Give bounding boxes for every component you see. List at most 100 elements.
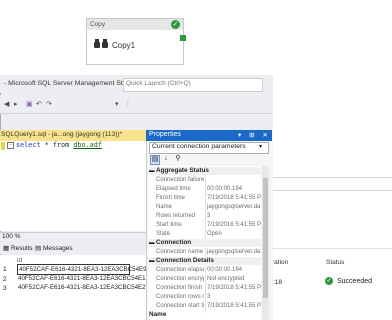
property-row[interactable]: Connection finish t 7/19/2018 5:41:55 PM — [148, 284, 261, 292]
copy-activity-card[interactable]: Copy ✓ Copy1 — [86, 18, 184, 65]
alphabetical-icon[interactable]: ↓ — [162, 155, 170, 163]
activity-type-label: Copy — [90, 21, 106, 28]
panel-buttons[interactable]: ▾ ⊞ ✕ — [238, 131, 271, 139]
column-header-duration[interactable]: ration — [272, 259, 288, 266]
property-name: Start time — [156, 222, 182, 228]
column-header-status[interactable]: Status — [326, 259, 344, 266]
property-name: Connection encrypt — [156, 276, 204, 282]
property-value: 3 — [207, 213, 211, 219]
property-value: 00:00:00.194 — [207, 267, 243, 273]
property-row[interactable]: Rows returned 3 — [148, 212, 261, 220]
property-name: Connection finish t — [156, 285, 204, 291]
category-label: Aggregate Status — [156, 167, 209, 174]
property-value: 7/19/2018 5:41:55 PM — [207, 285, 261, 291]
property-name: Connection start ti — [156, 303, 204, 309]
collapse-icon[interactable]: ▬ — [149, 257, 155, 265]
divider — [272, 177, 392, 178]
property-row[interactable]: State Open — [148, 230, 261, 238]
property-name: Connection name — [156, 249, 204, 255]
property-row[interactable]: Start time 7/19/2018 5:41:55 PM — [148, 221, 261, 229]
property-pages-icon[interactable]: ⚲ — [174, 155, 182, 163]
success-check-icon: ✓ — [171, 20, 180, 29]
property-row[interactable]: Elapsed time 00:00:00.194 — [148, 185, 261, 193]
chevron-down-icon[interactable]: ▾ — [259, 143, 262, 150]
property-name: Connection rows re — [156, 294, 204, 300]
property-name: State — [156, 231, 171, 237]
property-name: Finish time — [156, 195, 186, 201]
activity-success-port[interactable] — [180, 35, 186, 41]
row-number: 2 — [3, 276, 7, 283]
property-value: Open — [207, 231, 222, 237]
row-number: 3 — [3, 285, 7, 292]
property-value: jaygongsqlserver.da — [207, 249, 261, 255]
activity-name: Copy1 — [112, 41, 136, 50]
separator-icon: | — [127, 100, 129, 107]
zoom-level[interactable]: 100 % — [2, 233, 20, 240]
properties-title: Properties — [149, 131, 181, 138]
dropdown-chevron-icon[interactable]: ▾ — [115, 100, 119, 108]
property-value: jaygongsqlserver.da — [207, 204, 261, 210]
category-label: Connection — [156, 239, 192, 246]
sql-keyword-select: select — [16, 141, 41, 149]
tab-messages[interactable]: ▤ Messages — [35, 244, 73, 252]
collapse-icon[interactable]: − — [7, 142, 14, 149]
property-category[interactable]: ▬ Aggregate Status — [148, 167, 261, 175]
properties-object-value: Current connection parameters — [152, 143, 246, 150]
tab-results-label: Results — [10, 245, 33, 252]
property-row[interactable]: Connection name jaygongsqlserver.da — [148, 248, 261, 256]
new-query-icon[interactable]: ▣ — [26, 100, 33, 108]
tab-messages-label: Messages — [42, 245, 73, 252]
property-value: Not encrypted — [207, 276, 245, 282]
property-category[interactable]: ▬ Connection Details — [148, 257, 261, 265]
property-name: Connection elapsed — [156, 267, 204, 273]
category-label: Connection Details — [156, 257, 214, 264]
undo-icon[interactable]: ↶ — [36, 100, 42, 108]
property-name: Name — [156, 204, 173, 210]
property-row[interactable]: Finish time 7/19/2018 5:41:55 PM — [148, 194, 261, 202]
back-icon[interactable]: ◀ — [4, 100, 9, 108]
property-value: 7/19/2018 5:41:55 PM — [207, 222, 261, 228]
forward-icon[interactable]: ▸ — [14, 100, 18, 108]
property-row[interactable]: Name jaygongsqlserver.da — [148, 203, 261, 211]
property-row[interactable]: Connection encrypt Not encrypted — [148, 275, 261, 283]
quick-launch-placeholder: Quick Launch (Ctrl+Q) — [126, 80, 191, 87]
column-header-id[interactable]: id — [17, 257, 22, 264]
property-value: 7/19/2018 5:41:55 PM — [207, 195, 261, 201]
tab-results[interactable]: ▦ Results — [3, 244, 33, 252]
property-category[interactable]: Name — [148, 311, 261, 319]
query-editor[interactable] — [0, 141, 147, 231]
line-change-marker — [1, 142, 5, 150]
row-number: 1 — [3, 266, 7, 273]
table-cell[interactable]: 40F52CAF-E616-4321-8EA3-12EA3CBC54E2 — [17, 283, 146, 292]
property-row[interactable]: Connection failure — [148, 176, 261, 184]
divider — [272, 190, 392, 191]
sql-table-name: dbo.adf — [73, 141, 102, 149]
categorized-icon[interactable]: ▤ — [150, 155, 160, 165]
table-cell[interactable]: 40F52CAF-E616-4321-8EA3-12EA3CBC54E1 — [17, 274, 146, 283]
property-category[interactable]: ▬ Connection — [148, 239, 261, 247]
property-row[interactable]: Connection rows re 3 — [148, 293, 261, 301]
document-tab-label: SQLQuery1.sql - ja...ong (jaygong (113))… — [1, 131, 123, 138]
property-value: 3 — [207, 294, 211, 300]
property-name: Elapsed time — [156, 186, 191, 192]
property-row[interactable]: Connection start ti 7/19/2018 5:41:55 PM — [148, 302, 261, 310]
succeeded-icon: ✓ — [325, 277, 333, 285]
divider — [272, 248, 392, 249]
activity-header: Copy ✓ — [87, 19, 183, 30]
category-label: Name — [149, 311, 167, 318]
collapse-icon[interactable]: ▬ — [149, 239, 155, 247]
copy-activity-icon — [94, 39, 108, 48]
property-name: Connection failure — [156, 177, 204, 183]
window-title: - Microsoft SQL Server Management Studio — [4, 80, 136, 87]
run-status: Succeeded — [337, 278, 373, 285]
sql-text-from: * from — [40, 141, 74, 149]
property-value: 00:00:00.194 — [207, 186, 243, 192]
scrollbar-thumb[interactable] — [263, 178, 268, 298]
property-value: 7/19/2018 5:41:55 PM — [207, 303, 261, 309]
property-row[interactable]: Connection elapsed 00:00:00.194 — [148, 266, 261, 274]
property-name: Rows returned — [156, 213, 196, 219]
run-duration: :18 — [273, 279, 283, 286]
redo-icon[interactable]: ↷ — [46, 100, 52, 108]
collapse-icon[interactable]: ▬ — [149, 167, 155, 175]
sql-text[interactable]: select * from dbo.adf — [16, 141, 102, 149]
